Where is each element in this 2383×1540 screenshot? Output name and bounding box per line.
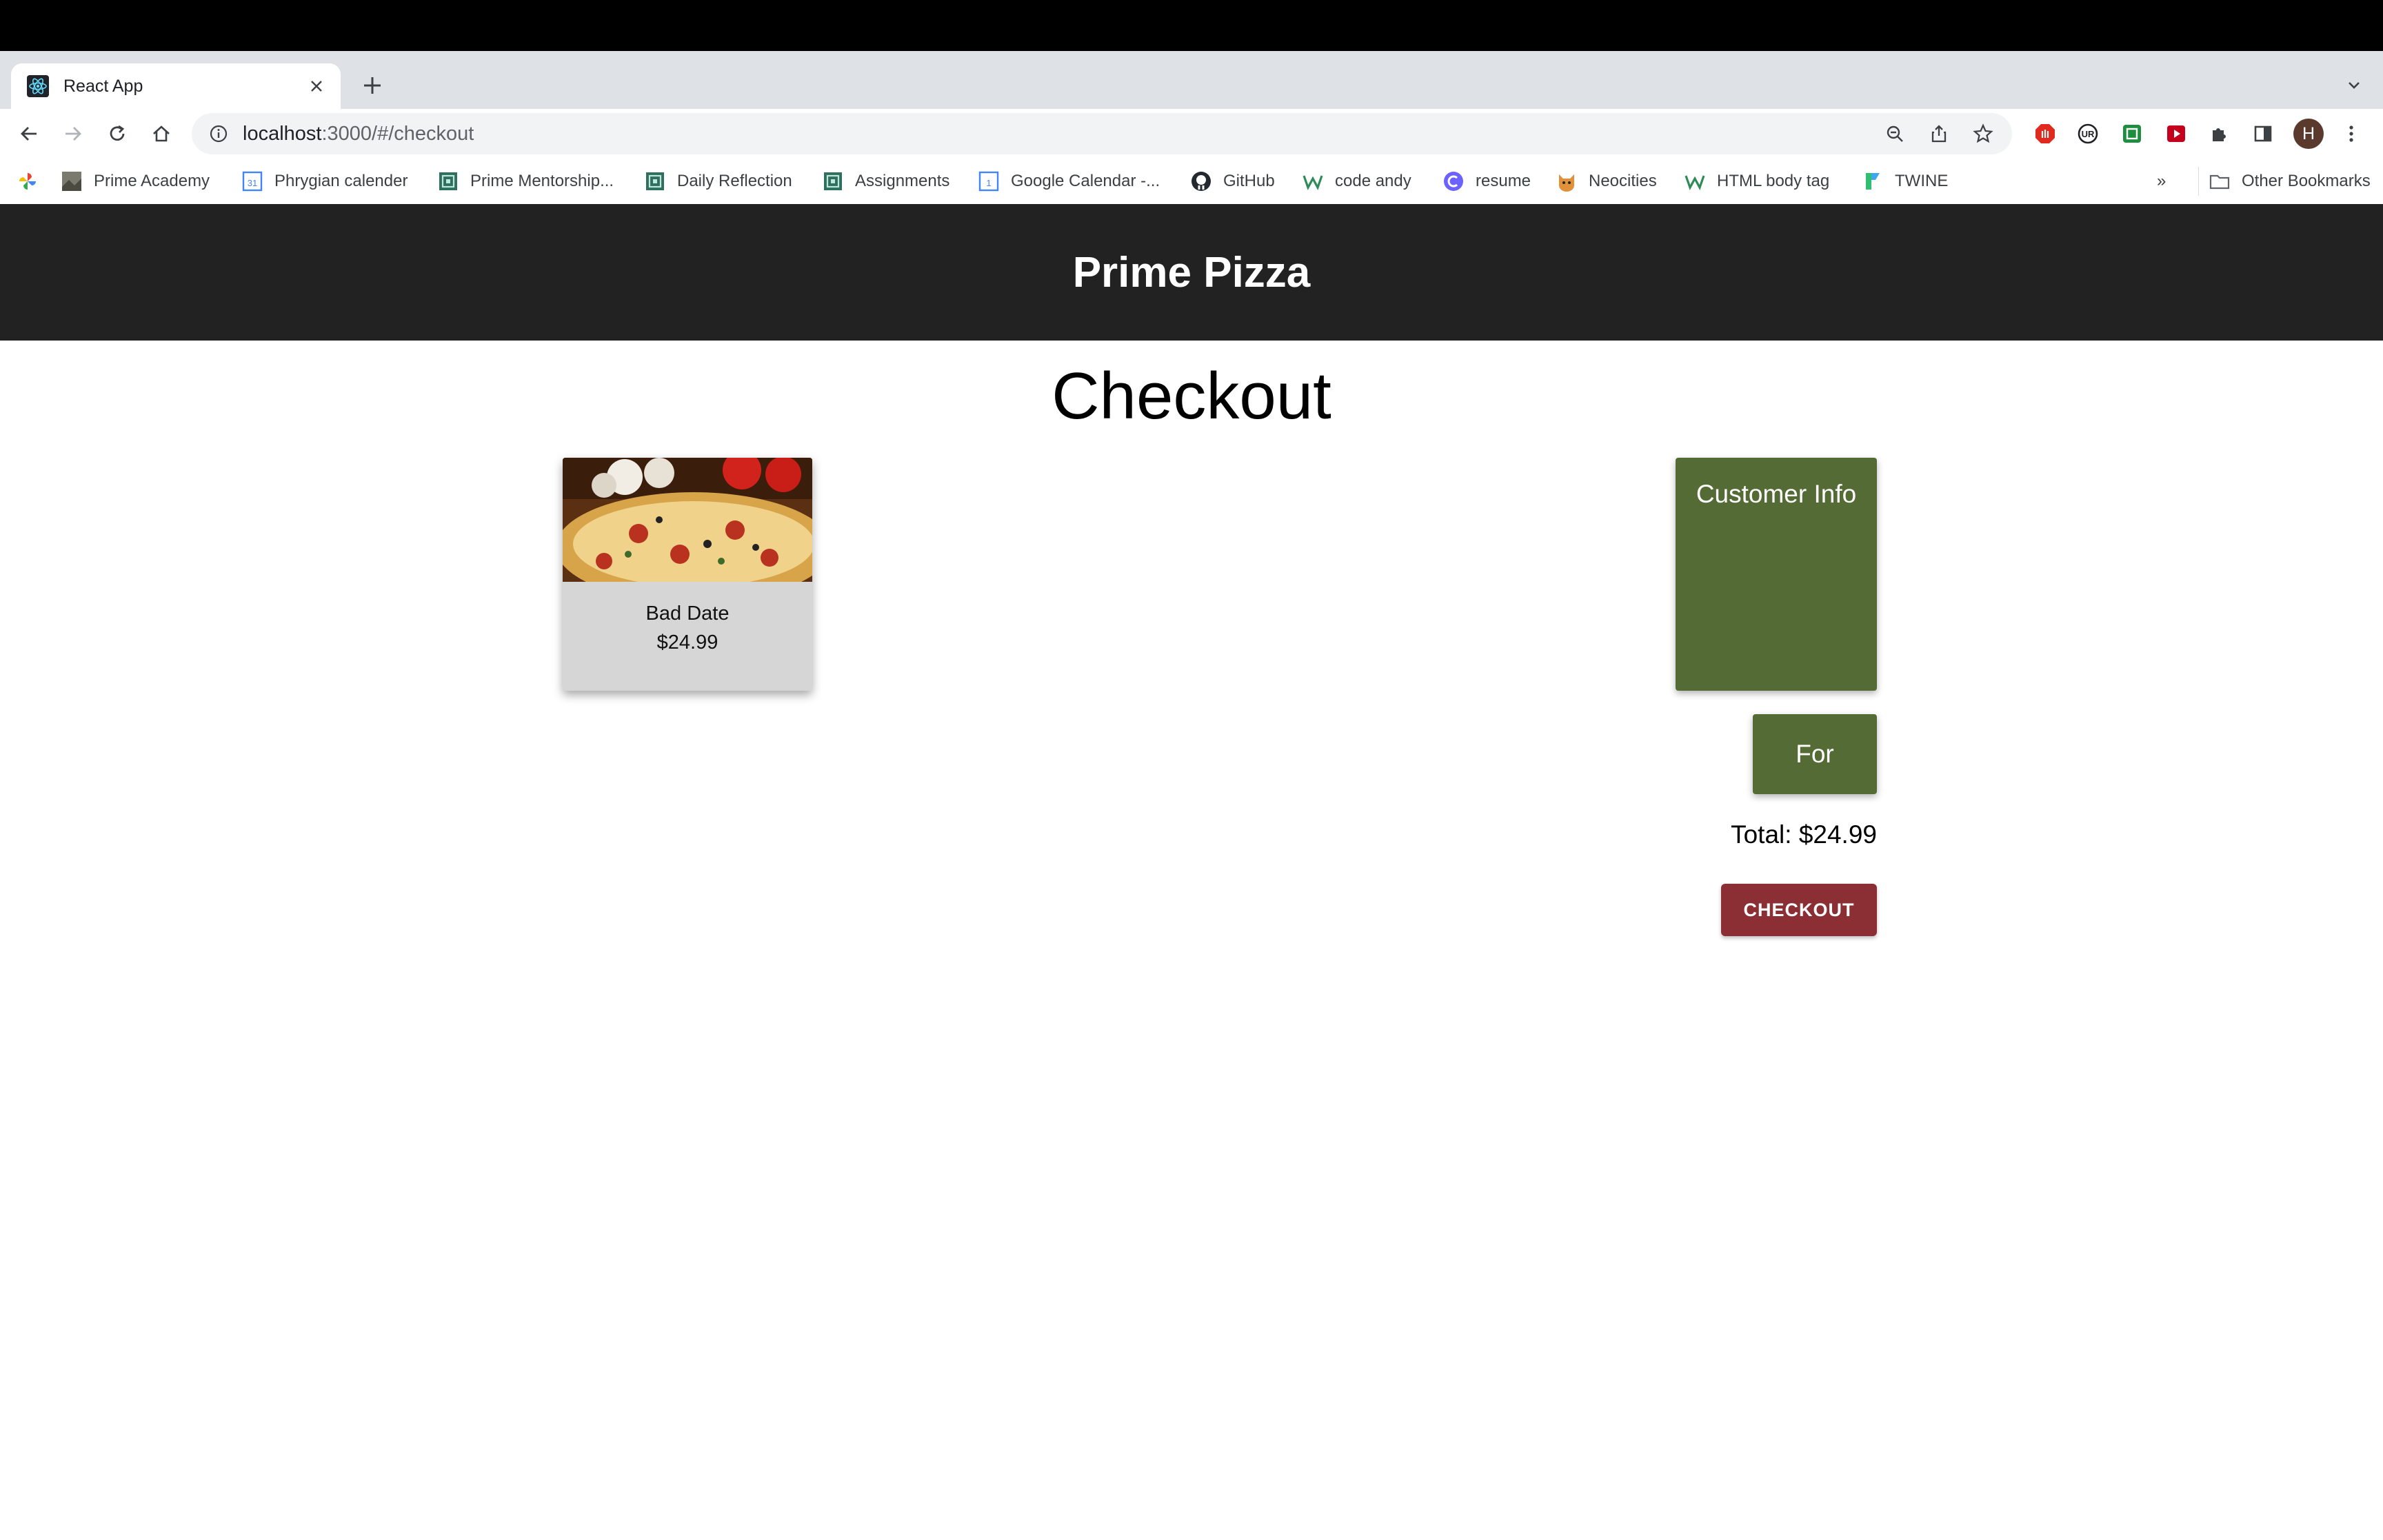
bookmark-label: HTML body tag <box>1717 172 1830 190</box>
order-total: Total: $24.99 <box>1731 820 1877 849</box>
react-icon <box>26 74 50 98</box>
browser-toolbar: localhost:3000/#/checkout UR <box>0 109 2383 159</box>
pizza-price: $24.99 <box>656 631 718 654</box>
url-text: localhost:3000/#/checkout <box>243 123 474 145</box>
checkout-button[interactable]: CHECKOUT <box>1721 884 1877 936</box>
site-info-icon[interactable] <box>207 122 230 145</box>
bookmarks-bar: Prime Academy 31 Phrygian calender Prime… <box>0 159 2383 205</box>
bookmark-label: Google Calendar -... <box>1011 172 1160 190</box>
order-type-panel: For <box>1753 714 1877 794</box>
pizza-name: Bad Date <box>645 602 730 625</box>
w-icon <box>1684 170 1706 192</box>
adblock-extension-icon[interactable] <box>2031 120 2059 148</box>
bookmark-daily-reflection[interactable]: Daily Reflection <box>644 167 792 196</box>
bookmark-label: Daily Reflection <box>677 172 792 190</box>
page-title: Checkout <box>1052 359 1331 433</box>
browser-tab[interactable]: React App <box>11 63 341 109</box>
maze-icon <box>644 170 666 192</box>
bookmark-label: TWINE <box>1895 172 1949 190</box>
back-icon[interactable] <box>15 120 43 148</box>
bookmark-label: resume <box>1476 172 1531 190</box>
share-icon[interactable] <box>1927 121 1951 146</box>
maze-icon <box>437 170 459 192</box>
bookmark-google-calendar[interactable]: 1 Google Calendar -... <box>978 167 1160 196</box>
bookmark-github[interactable]: GitHub <box>1190 167 1275 196</box>
calendar-icon: 31 <box>241 170 263 192</box>
svg-text:1: 1 <box>986 178 991 188</box>
bookmark-label: Other Bookmarks <box>2242 172 2371 190</box>
bookmark-label: Prime Mentorship... <box>470 172 614 190</box>
customer-info-label: Customer Info <box>1696 480 1857 508</box>
bookmark-label: GitHub <box>1223 172 1275 190</box>
browser-menu-icon[interactable] <box>2337 120 2365 148</box>
pizza-card[interactable]: Bad Date $24.99 <box>563 458 812 691</box>
github-icon <box>1190 170 1212 192</box>
pizza-image <box>563 458 812 582</box>
twine-icon <box>1862 170 1884 192</box>
green-extension-icon[interactable] <box>2118 120 2146 148</box>
home-icon[interactable] <box>148 120 175 148</box>
url-host: localhost <box>243 122 322 145</box>
w-icon <box>1302 170 1324 192</box>
app-brand-title: Prime Pizza <box>1072 248 1311 296</box>
new-tab-icon[interactable] <box>356 69 389 102</box>
bookmark-label: Prime Academy <box>94 172 210 190</box>
app-header: Prime Pizza <box>0 204 2383 341</box>
bookmark-star-icon[interactable] <box>1971 121 1995 146</box>
ur-extension-icon[interactable]: UR <box>2074 120 2102 148</box>
bookmark-resume[interactable]: resume <box>1442 167 1531 196</box>
close-tab-icon[interactable] <box>305 74 328 98</box>
bookmark-twine[interactable]: TWINE <box>1862 167 1948 196</box>
address-bar[interactable]: localhost:3000/#/checkout <box>192 113 2012 154</box>
bookmark-assignments[interactable]: Assignments <box>822 167 949 196</box>
photo-icon <box>61 170 83 192</box>
zoom-icon[interactable] <box>1882 121 1907 146</box>
extensions-puzzle-icon[interactable] <box>2205 120 2233 148</box>
bookmark-html-body-tag[interactable]: HTML body tag <box>1684 167 1829 196</box>
cat-icon <box>1556 170 1578 192</box>
profile-avatar[interactable]: H <box>2293 119 2324 149</box>
google-photos-icon[interactable] <box>17 167 39 196</box>
bookmark-code-andy[interactable]: code andy <box>1302 167 1411 196</box>
youtube-extension-icon[interactable] <box>2162 120 2190 148</box>
side-panel-icon[interactable] <box>2249 120 2277 148</box>
other-bookmarks[interactable]: Other Bookmarks <box>2198 167 2371 196</box>
for-label: For <box>1796 740 1834 768</box>
bookmark-prime-mentorship[interactable]: Prime Mentorship... <box>437 167 614 196</box>
reload-icon[interactable] <box>103 120 131 148</box>
bookmarks-overflow-button[interactable]: » <box>2157 167 2166 196</box>
bookmark-label: code andy <box>1335 172 1411 190</box>
c-icon <box>1442 170 1465 192</box>
bookmark-label: Assignments <box>855 172 950 190</box>
folder-icon <box>2209 170 2231 192</box>
bookmark-prime-academy[interactable]: Prime Academy <box>61 167 210 196</box>
customer-info-panel: Customer Info <box>1676 458 1877 691</box>
tab-title: React App <box>63 76 143 96</box>
bookmark-neocities[interactable]: Neocities <box>1556 167 1657 196</box>
svg-text:UR: UR <box>2082 129 2095 139</box>
maze-icon <box>822 170 844 192</box>
calendar-icon: 1 <box>978 170 1000 192</box>
bookmark-phrygian-calender[interactable]: 31 Phrygian calender <box>241 167 408 196</box>
bookmark-label: Neocities <box>1589 172 1657 190</box>
forward-icon[interactable] <box>59 120 87 148</box>
url-path: :3000/#/checkout <box>321 122 474 145</box>
bookmark-label: Phrygian calender <box>274 172 408 190</box>
svg-text:31: 31 <box>248 178 257 188</box>
os-top-bar <box>0 0 2383 51</box>
tab-search-chevron-icon[interactable] <box>2340 72 2368 99</box>
